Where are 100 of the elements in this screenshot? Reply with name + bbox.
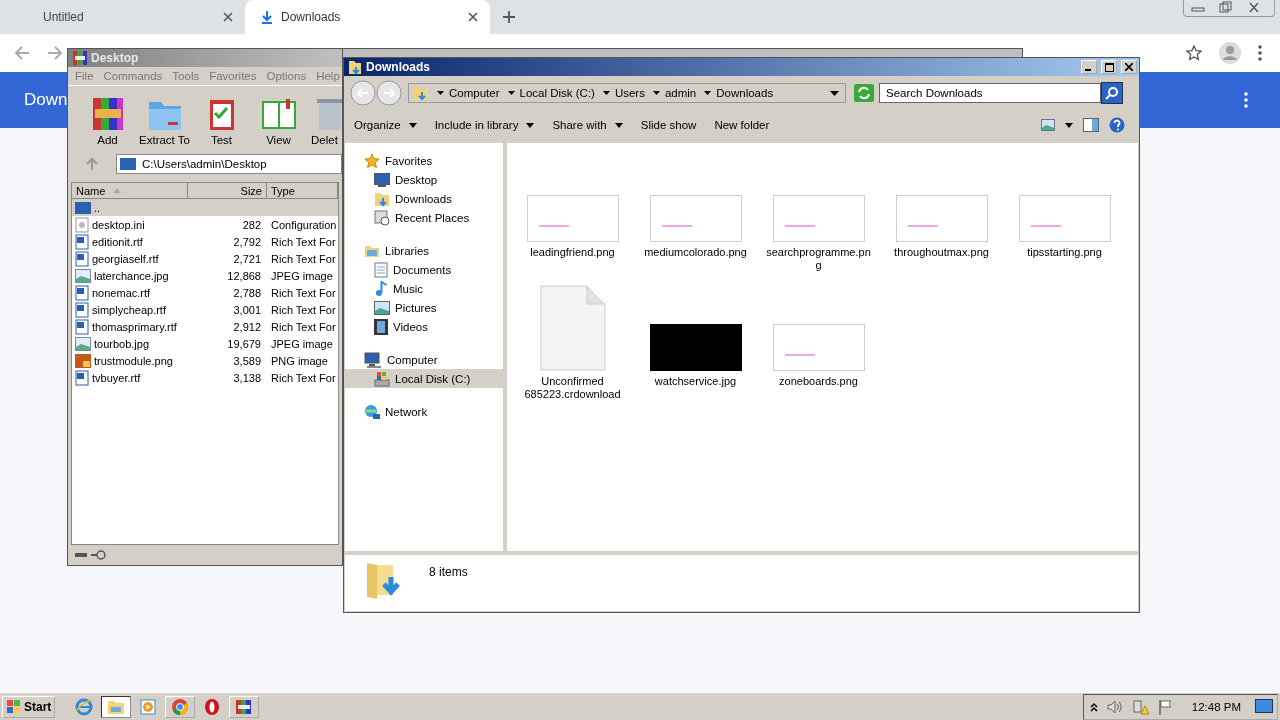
file-row[interactable]: tourbob.jpg 19,679 JPEG image <box>72 335 338 352</box>
file-name[interactable]: zoneboards.png <box>765 375 872 388</box>
breadcrumb-item[interactable]: Users <box>614 87 645 99</box>
file-row[interactable]: thomasprimary.rtf 2,912 Rich Text For <box>72 318 338 335</box>
help-icon[interactable] <box>1109 117 1125 133</box>
nav-item[interactable]: Pictures <box>345 298 503 317</box>
nav-item[interactable]: Desktop <box>345 170 503 189</box>
clock[interactable]: 12:48 PM <box>1191 700 1241 713</box>
back-button-icon[interactable] <box>350 80 376 106</box>
file-row[interactable]: trustmodule.png 3,589 PNG image <box>72 352 338 369</box>
folder-icon <box>348 59 362 75</box>
command-button[interactable]: New folder <box>710 119 774 131</box>
chevron-up-icon[interactable] <box>1089 701 1098 712</box>
file-name[interactable]: watchservice.jpg <box>642 375 749 388</box>
file-row[interactable]: tvbuyer.rtf 3,138 Rich Text For <box>72 369 338 386</box>
nav-item[interactable]: Favorites <box>345 151 503 170</box>
file-row[interactable]: laterchance.jpg 12,868 JPEG image <box>72 267 338 284</box>
file-name[interactable]: Unconfirmed 685223.crdownload <box>519 375 626 401</box>
folder-icon[interactable] <box>101 695 132 718</box>
search-button[interactable] <box>1101 82 1123 104</box>
nav-item[interactable]: Libraries <box>345 241 503 260</box>
command-button[interactable]: Slide show <box>636 119 701 131</box>
start-button[interactable]: Start <box>2 695 56 718</box>
document-icon <box>75 250 89 267</box>
image-thumbnail[interactable] <box>649 324 742 371</box>
command-button[interactable]: Organize <box>350 119 421 131</box>
command-button[interactable]: Include in library <box>430 119 539 131</box>
path-field[interactable]: C:\Users\admin\Desktop <box>116 154 342 174</box>
speaker-icon[interactable] <box>1105 698 1124 715</box>
minimize-button[interactable] <box>1081 60 1097 74</box>
caret-icon[interactable] <box>437 91 444 95</box>
caret-icon[interactable] <box>507 91 515 95</box>
file-row[interactable]: editionit.rtf 2,792 Rich Text For <box>72 233 338 250</box>
preview-pane-icon[interactable] <box>1083 118 1099 132</box>
caret-icon[interactable] <box>1065 122 1073 128</box>
image-thumbnail[interactable] <box>772 324 865 371</box>
archive-icon[interactable] <box>229 695 260 718</box>
caret-icon[interactable] <box>704 91 712 95</box>
dropdown-icon[interactable] <box>830 90 839 96</box>
toolbar-button[interactable]: View <box>250 96 307 146</box>
search-field[interactable]: Search Downloads <box>879 83 1101 103</box>
nav-item[interactable]: Network <box>345 402 503 421</box>
file-row[interactable]: nonemac.rtf 2,788 Rich Text For <box>72 284 338 301</box>
nav-item[interactable]: Music <box>345 279 503 298</box>
file-row[interactable]: georgiaself.rtf 2,721 Rich Text For <box>72 250 338 267</box>
close-button[interactable] <box>1121 60 1137 74</box>
image-thumbnail[interactable] <box>649 195 742 242</box>
star-icon[interactable] <box>1186 45 1202 61</box>
open-book-icon <box>259 96 298 132</box>
menu-icon[interactable] <box>1244 92 1248 108</box>
toolbar-button[interactable]: Delet <box>307 96 342 146</box>
nav-item[interactable]: Recent Places <box>345 208 503 227</box>
file-name[interactable]: throughoutmax.png <box>888 246 995 259</box>
forward-button-icon[interactable] <box>376 80 402 106</box>
browser-tab[interactable]: Downloads <box>245 0 490 34</box>
nav-item[interactable]: Local Disk (C:) <box>345 369 503 388</box>
caret-icon[interactable] <box>652 91 660 95</box>
image-thumbnail[interactable] <box>895 195 988 242</box>
flag-icon[interactable] <box>1157 698 1174 715</box>
toolbar-button[interactable]: Add <box>79 96 136 146</box>
menu-icon[interactable] <box>1258 45 1262 61</box>
window-controls-drawing[interactable] <box>1183 0 1275 17</box>
document-icon <box>75 301 89 318</box>
file-name[interactable]: searchprogramme.png <box>765 246 872 272</box>
address-bar[interactable]: Computer Local Disk (C:) Users admin Downloads <box>408 83 846 103</box>
nav-item[interactable]: Videos <box>345 317 503 336</box>
image-thumbnail[interactable] <box>1018 195 1111 242</box>
file-row[interactable]: desktop.ini 282 Configuration <box>72 216 338 233</box>
new-tab-icon[interactable] <box>502 10 516 24</box>
file-row[interactable]: simplycheap.rtf 3,001 Rich Text For <box>72 301 338 318</box>
close-icon[interactable] <box>223 12 233 22</box>
nav-item[interactable]: Computer <box>345 350 503 369</box>
image-thumbnail[interactable] <box>772 195 865 242</box>
file-name[interactable]: tipsstarting.png <box>1011 246 1118 259</box>
show-desktop-icon[interactable] <box>1255 698 1273 715</box>
file-name[interactable]: leadingfriend.png <box>519 246 626 259</box>
breadcrumb-item[interactable]: Local Disk (C:) <box>519 87 595 99</box>
view-icon[interactable] <box>1041 119 1055 131</box>
refresh-icon[interactable] <box>854 84 874 102</box>
chrome-icon[interactable] <box>165 695 196 718</box>
maximize-button[interactable] <box>1101 60 1117 74</box>
image-thumbnail[interactable] <box>526 195 619 242</box>
avatar-icon[interactable] <box>1219 42 1241 64</box>
image-file-icon <box>75 353 91 368</box>
image-file-icon <box>75 268 91 283</box>
browser-tab[interactable]: Untitled <box>0 0 245 34</box>
file-name[interactable]: mediumcolorado.png <box>642 246 749 259</box>
nav-item[interactable]: Documents <box>345 260 503 279</box>
breadcrumb-item[interactable]: admin <box>664 87 697 99</box>
toolbar-button[interactable]: Extract To <box>136 96 193 146</box>
breadcrumb-item[interactable]: Computer <box>449 87 500 99</box>
music-note-icon <box>374 280 388 297</box>
command-button[interactable]: Share with <box>548 119 627 131</box>
caret-icon[interactable] <box>602 91 610 95</box>
nav-item[interactable]: Downloads <box>345 189 503 208</box>
windows-logo-icon <box>6 698 22 715</box>
file-row[interactable]: .. <box>72 199 338 216</box>
breadcrumb-item[interactable]: Downloads <box>716 87 774 99</box>
toolbar-button[interactable]: Test <box>193 96 250 146</box>
close-icon[interactable] <box>468 12 478 22</box>
